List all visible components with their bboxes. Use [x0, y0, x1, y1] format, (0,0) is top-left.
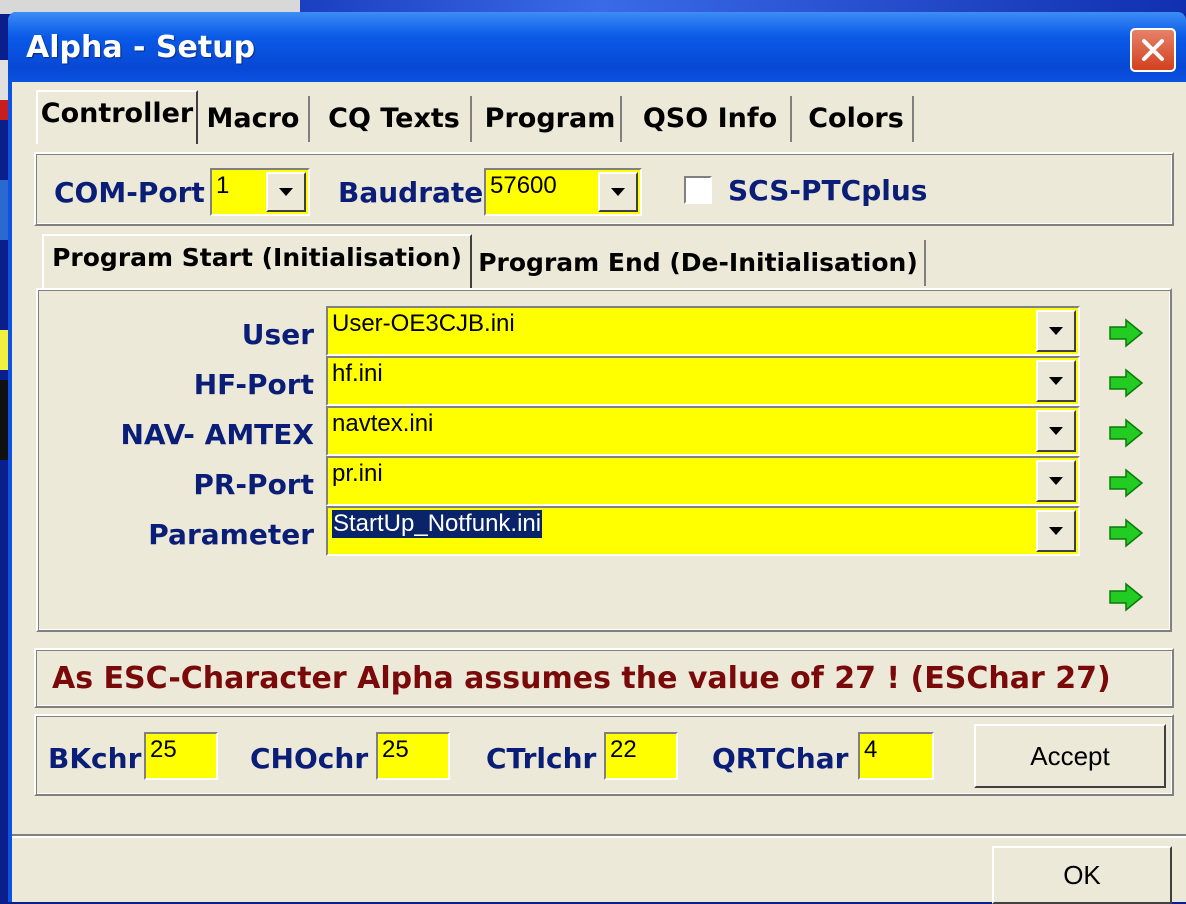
scs-ptcplus-checkbox[interactable] — [684, 176, 712, 204]
hf-port-label: HF-Port — [193, 368, 314, 401]
pr-port-file-select[interactable]: pr.ini — [326, 456, 1080, 506]
green-arrow-right-icon[interactable] — [1108, 518, 1144, 548]
chochr-input[interactable]: 25 — [376, 732, 450, 780]
com-port-select[interactable]: 1 — [210, 168, 310, 216]
tab-program-start[interactable]: Program Start (Initialisation) — [42, 234, 472, 288]
qrtchar-input[interactable]: 4 — [858, 732, 934, 780]
baudrate-select[interactable]: 57600 — [484, 168, 642, 216]
tab-program-end[interactable]: Program End (De-Initialisation) — [472, 240, 926, 286]
baudrate-dropdown-button[interactable] — [598, 172, 638, 212]
pr-port-file-value: pr.ini — [332, 460, 383, 487]
tab-controller[interactable]: Controller — [36, 90, 198, 144]
chevron-down-icon — [1049, 377, 1063, 385]
title-bar[interactable]: Alpha - Setup — [8, 12, 1186, 82]
com-port-label: COM-Port — [54, 176, 205, 209]
navtex-file-select[interactable]: navtex.ini — [326, 406, 1080, 456]
bkchr-label: BKchr — [48, 742, 142, 775]
chevron-down-icon — [1049, 477, 1063, 485]
close-button[interactable] — [1130, 28, 1176, 72]
pr-port-label: PR-Port — [193, 468, 314, 501]
baudrate-value: 57600 — [490, 172, 557, 199]
baudrate-label: Baudrate — [338, 176, 484, 209]
qrtchar-label: QRTChar — [712, 742, 849, 775]
navtex-file-value: navtex.ini — [332, 410, 434, 437]
parameter-dropdown-button[interactable] — [1036, 510, 1076, 552]
com-port-value: 1 — [216, 172, 230, 199]
tab-macro[interactable]: Macro — [198, 96, 310, 142]
bkchr-input[interactable]: 25 — [144, 732, 218, 780]
ok-button[interactable]: OK — [992, 846, 1172, 904]
com-port-dropdown-button[interactable] — [266, 172, 306, 212]
green-arrow-right-icon[interactable] — [1108, 318, 1144, 348]
user-label: User — [241, 318, 314, 351]
tab-cq-texts[interactable]: CQ Texts — [318, 96, 472, 142]
ctrlchr-label: CTrlchr — [486, 742, 597, 775]
user-dropdown-button[interactable] — [1036, 310, 1076, 352]
green-arrow-right-icon[interactable] — [1108, 582, 1144, 612]
chevron-down-icon — [279, 188, 293, 196]
parameter-file-select[interactable]: StartUp_Notfunk.ini — [326, 506, 1080, 556]
navtex-label: NAV- AMTEX — [120, 418, 314, 451]
green-arrow-right-icon[interactable] — [1108, 468, 1144, 498]
ctrlchr-input[interactable]: 22 — [604, 732, 678, 780]
navtex-dropdown-button[interactable] — [1036, 410, 1076, 452]
chevron-down-icon — [611, 188, 625, 196]
window-title: Alpha - Setup — [26, 30, 256, 65]
accept-button[interactable]: Accept — [974, 724, 1166, 788]
green-arrow-right-icon[interactable] — [1108, 368, 1144, 398]
parameter-file-value: StartUp_Notfunk.ini — [332, 510, 543, 538]
chevron-down-icon — [1049, 427, 1063, 435]
chevron-down-icon — [1049, 527, 1063, 535]
close-icon — [1142, 39, 1164, 61]
hf-port-dropdown-button[interactable] — [1036, 360, 1076, 402]
hf-port-file-value: hf.ini — [332, 360, 383, 387]
chochr-label: CHOchr — [250, 742, 369, 775]
tab-colors[interactable]: Colors — [800, 96, 914, 142]
esc-message: As ESC-Character Alpha assumes the value… — [52, 661, 1111, 696]
user-file-value: User-OE3CJB.ini — [332, 310, 515, 337]
chevron-down-icon — [1049, 327, 1063, 335]
green-arrow-right-icon[interactable] — [1108, 418, 1144, 448]
bottom-separator — [12, 834, 1186, 838]
tab-qso-info[interactable]: QSO Info — [630, 96, 792, 142]
hf-port-file-select[interactable]: hf.ini — [326, 356, 1080, 406]
user-file-select[interactable]: User-OE3CJB.ini — [326, 306, 1080, 356]
tab-program[interactable]: Program — [480, 96, 622, 142]
pr-port-dropdown-button[interactable] — [1036, 460, 1076, 502]
dialog-body: Controller Macro CQ Texts Program QSO In… — [12, 82, 1186, 904]
setup-window: Alpha - Setup Controller Macro CQ Texts … — [8, 12, 1186, 904]
scs-ptcplus-label: SCS-PTCplus — [728, 174, 928, 207]
parameter-label: Parameter — [148, 518, 314, 551]
